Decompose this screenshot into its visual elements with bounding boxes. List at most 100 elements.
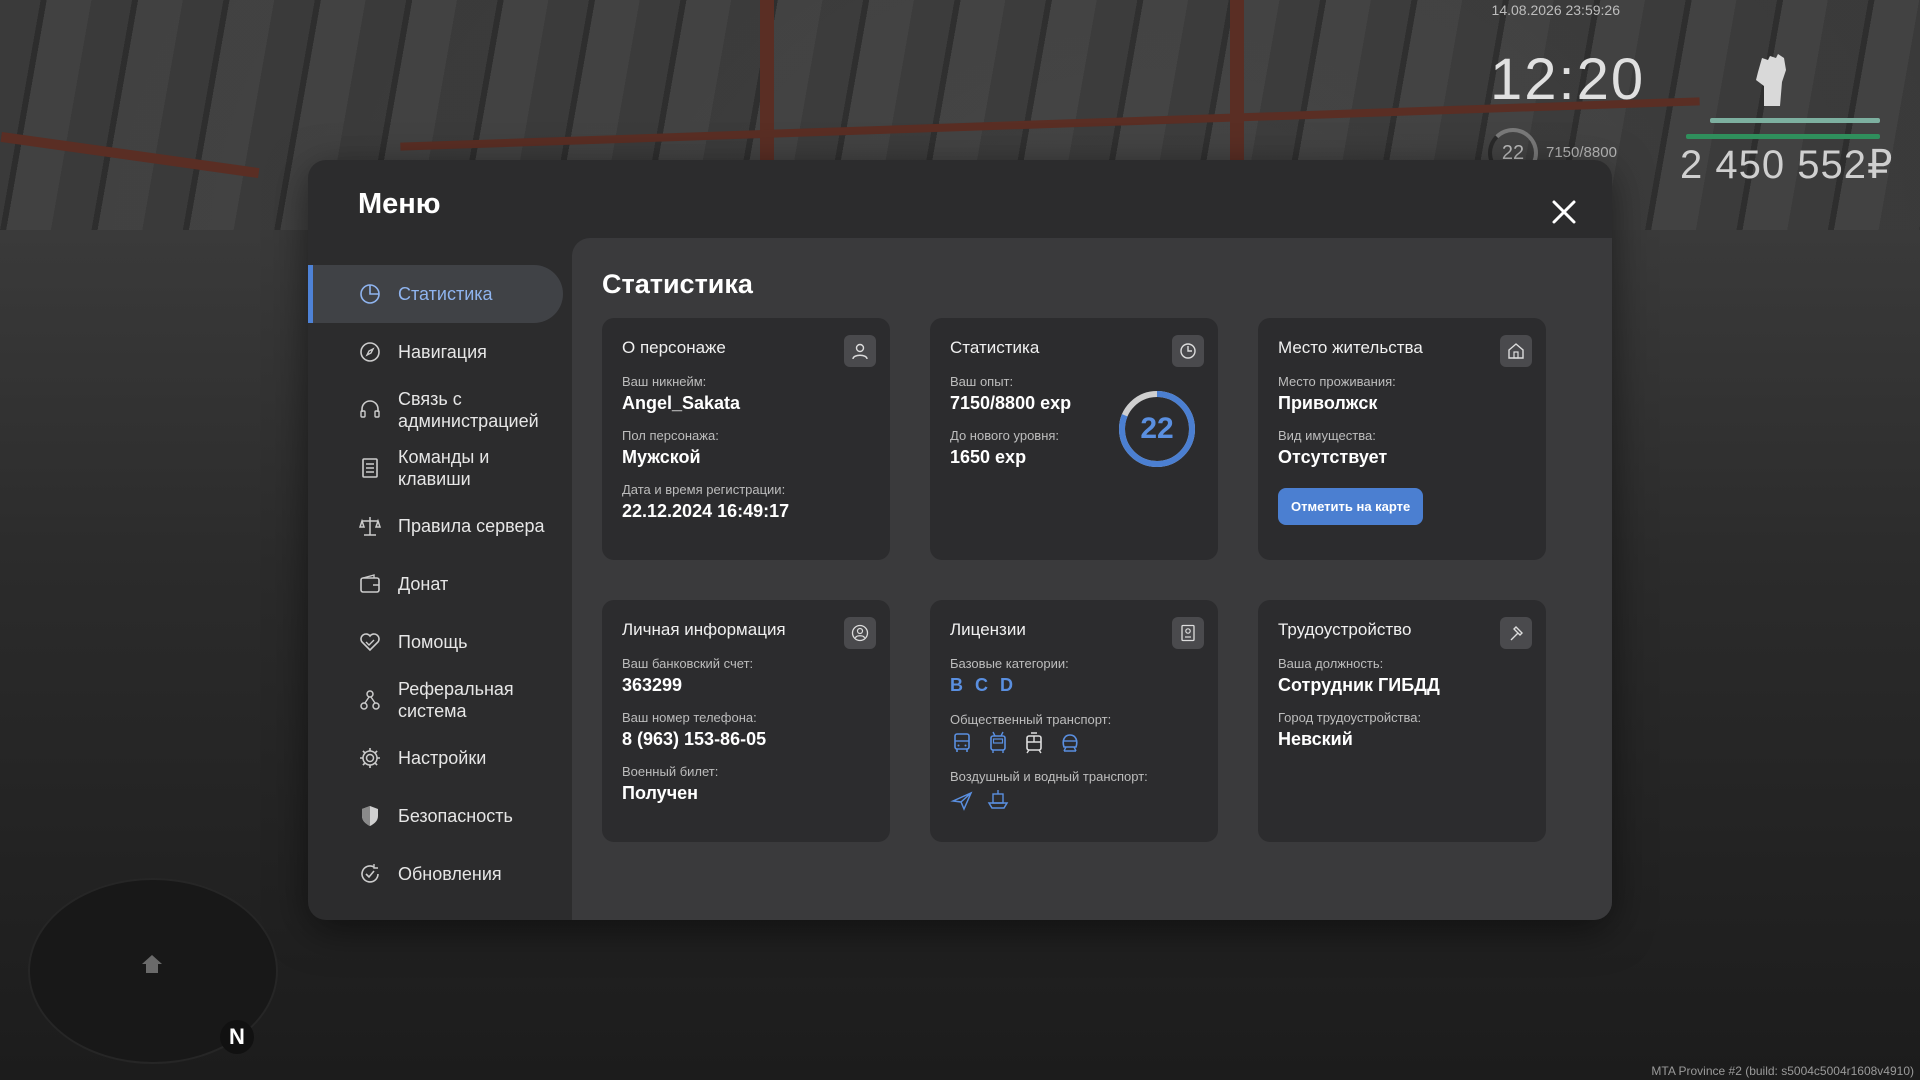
residence-place-value: Приволжск bbox=[1278, 393, 1378, 413]
trolleybus-icon bbox=[990, 731, 1006, 753]
card-icon-box bbox=[844, 617, 876, 649]
military-label: Военный билет: bbox=[622, 764, 719, 779]
document-list-icon bbox=[362, 458, 378, 478]
sidebar-item-navigation[interactable]: Навигация bbox=[308, 323, 563, 381]
phone-value: 8 (963) 153-86-05 bbox=[622, 729, 767, 749]
sidebar-item-commands[interactable]: Команды и клавиши bbox=[308, 439, 563, 497]
boat-icon bbox=[987, 790, 1009, 809]
sidebar-item-label: Настройки bbox=[398, 748, 487, 768]
shield-icon bbox=[362, 806, 378, 826]
card-icon-box bbox=[1172, 617, 1204, 649]
card-icon-box bbox=[1500, 335, 1532, 367]
mark-on-map-button[interactable]: Отметить на карте bbox=[1278, 488, 1424, 525]
residence-place-label: Место проживания: bbox=[1278, 374, 1396, 389]
user-circle-icon bbox=[851, 624, 869, 642]
card-licenses: Лицензии Базовые категории: B C D Общест… bbox=[930, 600, 1218, 842]
public-transport-label: Общественный транспорт: bbox=[950, 712, 1112, 727]
position-value: Сотрудник ГИБДД bbox=[1278, 675, 1440, 695]
property-label: Вид имущества: bbox=[1278, 428, 1376, 443]
health-bar bbox=[1686, 134, 1880, 139]
base-categories-label: Базовые категории: bbox=[950, 656, 1069, 671]
military-value: Получен bbox=[622, 783, 699, 803]
card-title: Статистика bbox=[950, 338, 1040, 357]
card-employment: Трудоустройство Ваша должность: Сотрудни… bbox=[1258, 600, 1546, 842]
sidebar-item-settings[interactable]: Настройки bbox=[308, 729, 563, 787]
license-category: D bbox=[1000, 675, 1013, 695]
build-info: MTA Province #2 (build: s5004c5004r1608v… bbox=[1651, 1064, 1914, 1078]
plane-icon bbox=[950, 791, 973, 811]
pie-chart-icon bbox=[360, 284, 380, 304]
license-categories: B C D bbox=[950, 675, 1198, 696]
close-icon[interactable] bbox=[1544, 192, 1584, 232]
sidebar-item-label: Донат bbox=[398, 574, 449, 594]
hud-money: 2 450 552₽ bbox=[1680, 143, 1894, 187]
train-icon bbox=[1062, 734, 1078, 752]
nickname-label: Ваш никнейм: bbox=[622, 374, 707, 389]
nickname-value: Angel_Sakata bbox=[622, 393, 741, 413]
sidebar-item-referral[interactable]: Реферальная система bbox=[308, 671, 563, 729]
tram-icon bbox=[1026, 732, 1042, 754]
card-title: Место жительства bbox=[1278, 338, 1423, 357]
sidebar-item-label: Правила сервера bbox=[398, 516, 545, 536]
content-title: Статистика bbox=[602, 269, 753, 299]
card-title: Лицензии bbox=[950, 620, 1026, 639]
sidebar-item-label: Команды и клавиши bbox=[398, 447, 490, 489]
card-stats: Статистика Ваш опыт: 7150/8800 exp До но… bbox=[930, 318, 1218, 560]
sidebar-item-admin-contact[interactable]: Связь с администрацией bbox=[308, 381, 563, 439]
sidebar-item-label: Связь с администрацией bbox=[398, 389, 539, 431]
sidebar-item-rules[interactable]: Правила сервера bbox=[308, 497, 563, 555]
sidebar-item-statistics[interactable]: Статистика bbox=[308, 265, 563, 323]
exp-label: Ваш опыт: bbox=[950, 374, 1014, 389]
content-panel: Статистика О персонаже Ваш никнейм: Ange… bbox=[572, 238, 1612, 920]
work-city-value: Невский bbox=[1278, 729, 1353, 749]
compass-icon bbox=[360, 342, 380, 362]
scales-icon bbox=[358, 517, 382, 536]
user-icon bbox=[852, 343, 868, 360]
armor-bar bbox=[1710, 118, 1880, 123]
bank-label: Ваш банковский счет: bbox=[622, 656, 754, 671]
menu-title: Меню bbox=[358, 188, 441, 220]
sidebar: Статистика Навигация Связь с администрац… bbox=[308, 265, 563, 903]
id-card-icon bbox=[1181, 624, 1195, 642]
house-icon bbox=[1508, 343, 1524, 359]
bus-icon bbox=[954, 733, 970, 752]
menu-window: Меню Статистика Навигация Связь с админи… bbox=[308, 160, 1612, 920]
sidebar-item-label: Статистика bbox=[398, 284, 493, 304]
card-title: О персонаже bbox=[622, 338, 726, 357]
license-category: B bbox=[950, 675, 963, 695]
card-character: О персонаже Ваш никнейм: Angel_Sakata По… bbox=[602, 318, 890, 560]
sidebar-item-label: Безопасность bbox=[398, 806, 513, 826]
card-title: Трудоустройство bbox=[1278, 620, 1412, 639]
sidebar-item-updates[interactable]: Обновления bbox=[308, 845, 563, 903]
headset-icon bbox=[360, 400, 380, 418]
public-transport-icons bbox=[950, 731, 1198, 755]
bank-value: 363299 bbox=[622, 675, 683, 695]
sidebar-item-help[interactable]: Помощь bbox=[308, 613, 563, 671]
sidebar-item-label: Обновления bbox=[398, 864, 502, 884]
air-water-transport-icons bbox=[950, 788, 1198, 812]
heart-handshake-icon bbox=[360, 633, 380, 652]
property-value: Отсутствует bbox=[1278, 447, 1388, 467]
refresh-check-icon bbox=[361, 864, 379, 883]
sidebar-item-label: Навигация bbox=[398, 342, 487, 362]
card-residence: Место жительства Место проживания: Приво… bbox=[1258, 318, 1546, 560]
home-icon bbox=[142, 955, 162, 973]
hud-clock: 12:20 bbox=[1490, 47, 1646, 112]
registration-value: 22.12.2024 16:49:17 bbox=[622, 501, 790, 521]
air-water-transport-label: Воздушный и водный транспорт: bbox=[950, 769, 1148, 784]
hud-xp: 7150/8800 bbox=[1546, 144, 1617, 161]
roof-beam bbox=[1230, 0, 1244, 160]
minimap-north: N bbox=[220, 1020, 254, 1054]
sidebar-item-security[interactable]: Безопасность bbox=[308, 787, 563, 845]
fist-icon bbox=[1756, 54, 1786, 106]
position-label: Ваша должность: bbox=[1278, 656, 1384, 671]
gender-value: Мужской bbox=[622, 447, 701, 467]
card-icon-box bbox=[1500, 617, 1532, 649]
license-category: C bbox=[975, 675, 988, 695]
card-icon-box bbox=[844, 335, 876, 367]
hud-datetime: 14.08.2026 23:59:26 bbox=[1491, 2, 1620, 18]
card-title: Личная информация bbox=[622, 620, 786, 639]
sidebar-item-donate[interactable]: Донат bbox=[308, 555, 563, 613]
network-icon bbox=[360, 690, 380, 710]
gear-icon bbox=[360, 748, 380, 768]
